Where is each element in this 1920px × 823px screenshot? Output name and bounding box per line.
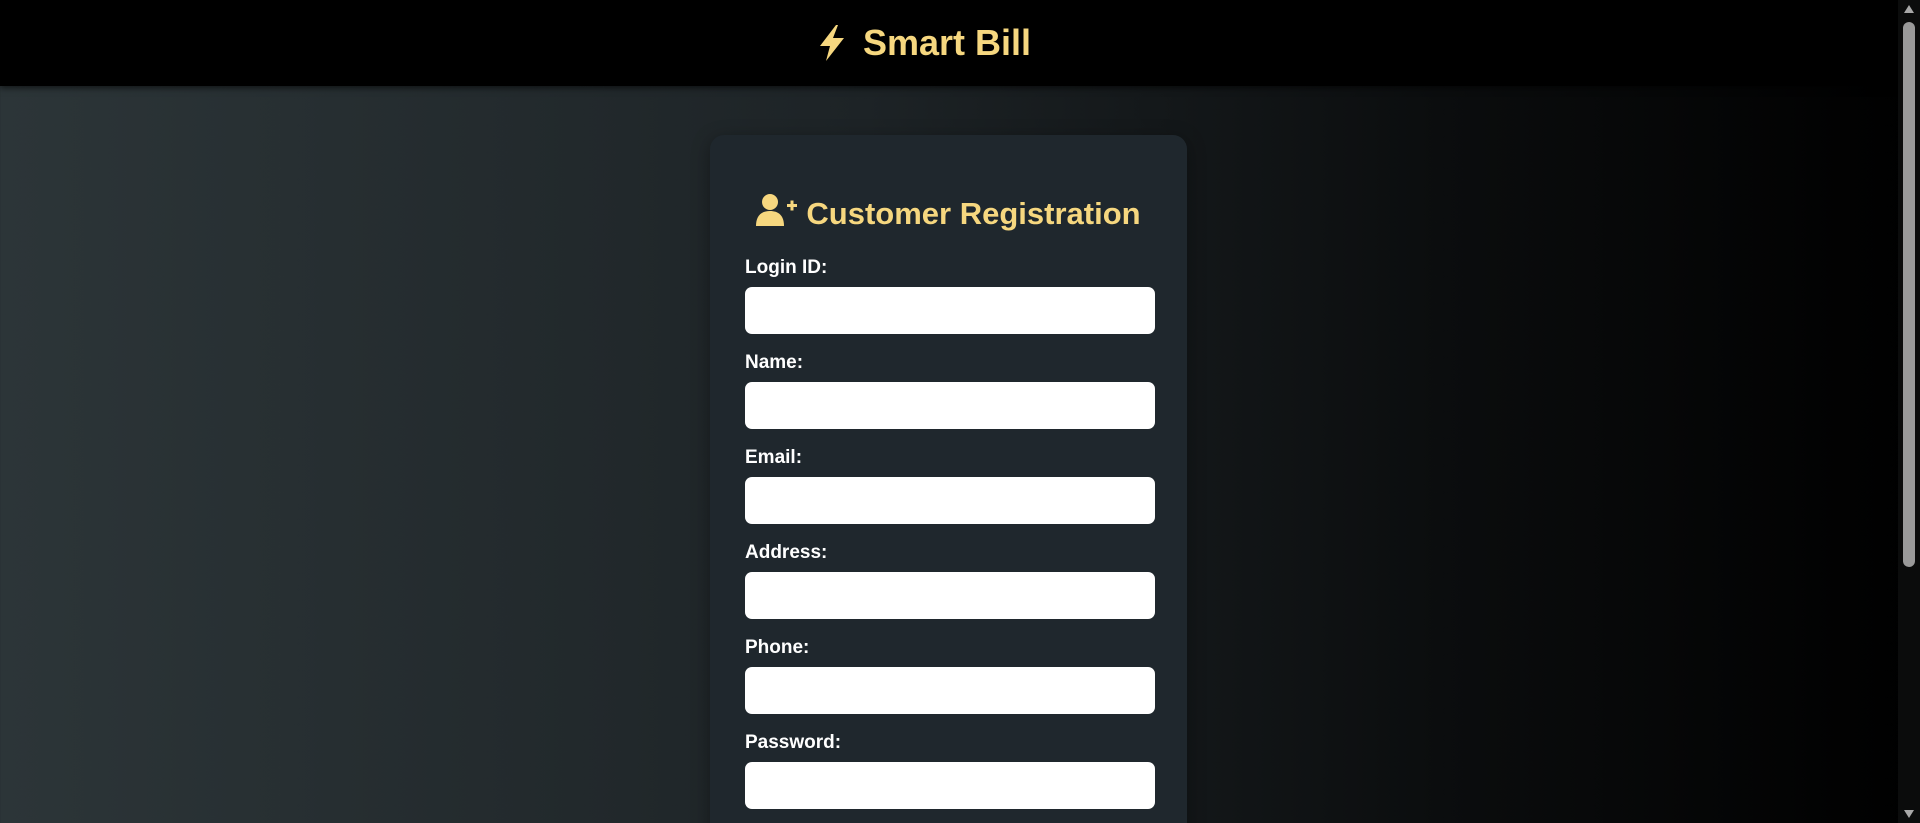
email-input[interactable]: [745, 477, 1155, 524]
form-title-text: Customer Registration: [806, 196, 1141, 231]
phone-label: Phone:: [745, 637, 810, 658]
name-input[interactable]: [745, 382, 1155, 429]
scroll-up-arrow-icon[interactable]: [1898, 0, 1920, 18]
address-input[interactable]: [745, 572, 1155, 619]
brand-name: Smart Bill: [862, 22, 1032, 63]
brand-logo[interactable]: Smart Bill: [817, 22, 1031, 64]
login-id-input[interactable]: [745, 287, 1155, 334]
password-input[interactable]: [745, 762, 1155, 809]
registration-card: Customer Registration Login ID: Name: Em…: [710, 135, 1187, 823]
phone-input[interactable]: [745, 667, 1155, 714]
vertical-scrollbar[interactable]: [1898, 0, 1920, 823]
login-id-label: Login ID:: [745, 257, 828, 278]
scroll-down-arrow-icon[interactable]: [1898, 805, 1920, 823]
lightning-bolt-icon: [817, 24, 847, 62]
name-label: Name:: [745, 352, 804, 373]
top-navbar: Smart Bill: [0, 0, 1898, 86]
scrollbar-thumb[interactable]: [1903, 22, 1915, 567]
password-label: Password:: [745, 732, 842, 753]
email-label: Email:: [745, 447, 803, 468]
address-label: Address:: [745, 542, 828, 563]
form-title: Customer Registration: [710, 193, 1187, 235]
user-plus-icon: [756, 193, 798, 235]
